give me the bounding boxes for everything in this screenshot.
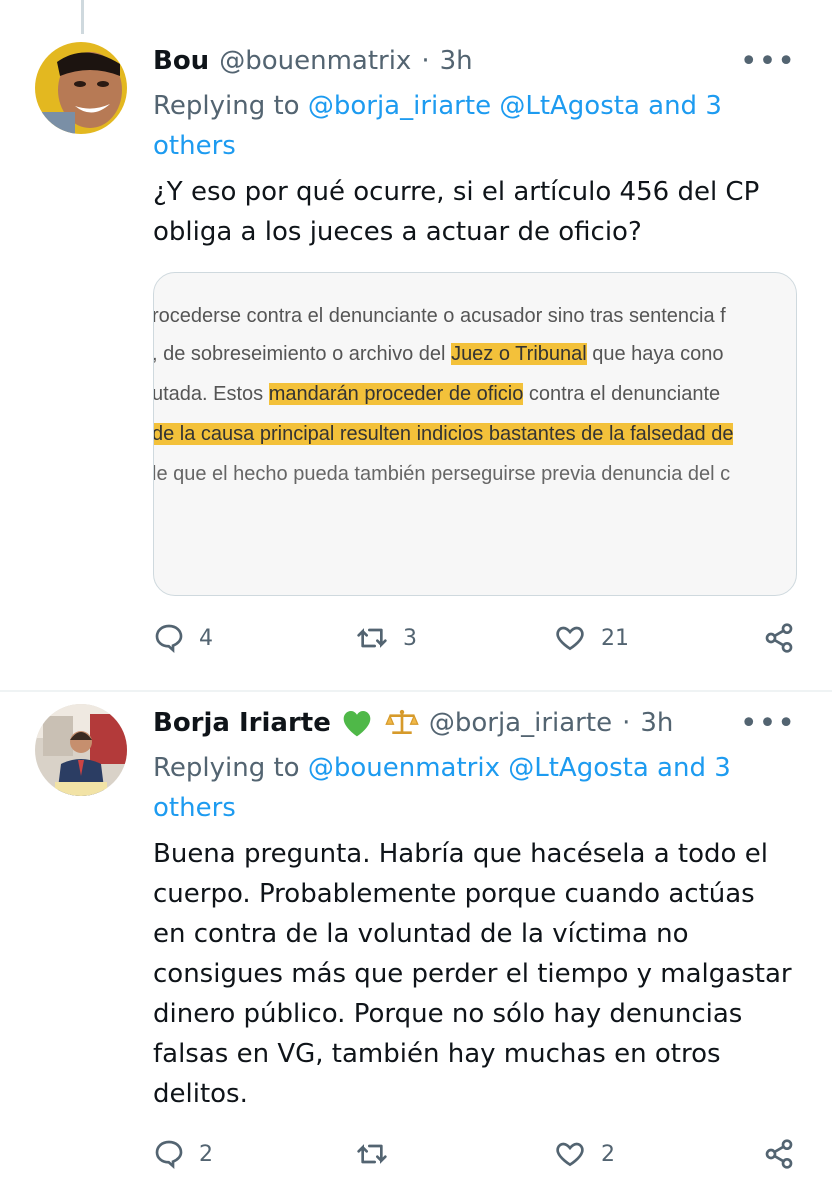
timestamp[interactable]: 3h: [440, 46, 473, 76]
reply-button[interactable]: 4: [153, 622, 213, 654]
attached-image-card[interactable]: rocederse contra el denunciante o acusad…: [153, 272, 797, 596]
reply-count: 4: [199, 625, 213, 651]
tweet-text-line: en contra de la voluntad de la víctima n…: [153, 919, 689, 949]
tweet-text-line: cuerpo. Probablemente porque cuando actú…: [153, 879, 755, 909]
share-button[interactable]: [763, 1138, 795, 1170]
tweet-text-line: ¿Y eso por qué ocurre, si el artículo 45…: [153, 177, 760, 207]
reply-count: 2: [199, 1141, 213, 1167]
display-name[interactable]: Borja Iriarte: [153, 708, 331, 738]
tweet-header: Borja Iriarte @borja_iriarte · 3h: [153, 708, 673, 738]
card-text-line: , de sobreseimiento o archivo del Juez o…: [153, 343, 724, 365]
replying-to: Replying to @borja_iriarte @LtAgosta and…: [153, 86, 773, 166]
retweet-button[interactable]: 3: [355, 622, 417, 654]
tweet-borja-iriarte[interactable]: Borja Iriarte @borja_iriarte · 3h ••• Re…: [0, 692, 832, 1200]
card-text-line: de la causa principal resulten indicios …: [153, 423, 734, 446]
retweet-count: 3: [403, 625, 417, 651]
scales-icon: [385, 708, 419, 738]
tweet-actions: 4 3 21: [153, 622, 803, 662]
card-text-line: utada. Estos mandarán proceder de oficio…: [153, 383, 721, 405]
replying-to-label: Replying to: [153, 753, 300, 783]
highlighted-text: mandarán proceder de oficio: [268, 383, 524, 405]
tweet-text-line: dinero público. Porque no sólo hay denun…: [153, 999, 743, 1029]
user-handle[interactable]: @borja_iriarte: [429, 708, 612, 738]
tweet-text: ¿Y eso por qué ocurre, si el artículo 45…: [153, 172, 803, 252]
reply-icon: [155, 1140, 183, 1169]
like-icon: [556, 626, 584, 651]
retweet-icon: [357, 628, 387, 648]
reply-icon: [155, 624, 183, 653]
tweet-header: Bou @bouenmatrix · 3h: [153, 46, 473, 76]
tweet-text-line: consigues más que perder el tiempo y mal…: [153, 959, 792, 989]
share-icon: [765, 1139, 793, 1169]
highlighted-text: de la causa principal resulten indicios …: [153, 423, 734, 445]
like-count: 2: [601, 1141, 615, 1167]
reply-mentions-others[interactable]: others: [153, 793, 236, 823]
tweet-text-line: delitos.: [153, 1079, 248, 1109]
card-text-line: rocederse contra el denunciante o acusad…: [153, 305, 726, 327]
tweet-text-line: falsas en VG, también hay muchas en otro…: [153, 1039, 721, 1069]
reply-button[interactable]: 2: [153, 1138, 213, 1170]
more-options-icon[interactable]: •••: [740, 47, 796, 77]
tweet-text-line: Buena pregunta. Habría que hacésela a to…: [153, 839, 768, 869]
tweet-bou[interactable]: Bou @bouenmatrix · 3h ••• Replying to @b…: [0, 0, 832, 690]
like-button[interactable]: 21: [553, 622, 629, 654]
dot-separator: ·: [421, 46, 430, 76]
green-heart-icon: [341, 708, 373, 738]
tweet-text: Buena pregunta. Habría que hacésela a to…: [153, 834, 803, 1114]
tweet-text-line: obliga a los jueces a actuar de oficio?: [153, 217, 642, 247]
like-icon: [556, 1142, 584, 1167]
user-handle[interactable]: @bouenmatrix: [219, 46, 411, 76]
share-button[interactable]: [763, 622, 795, 654]
display-name[interactable]: Bou: [153, 46, 209, 76]
timestamp[interactable]: 3h: [640, 708, 673, 738]
retweet-icon: [357, 1144, 387, 1164]
retweet-button[interactable]: [355, 1138, 403, 1170]
like-button[interactable]: 2: [553, 1138, 615, 1170]
avatar[interactable]: [35, 704, 127, 796]
dot-separator: ·: [622, 708, 631, 738]
like-count: 21: [601, 625, 629, 651]
card-text-line: le que el hecho pueda también perseguirs…: [153, 463, 731, 485]
reply-mentions[interactable]: @borja_iriarte @LtAgosta and 3: [308, 91, 722, 121]
share-icon: [765, 623, 793, 653]
avatar[interactable]: [35, 42, 127, 134]
replying-to-label: Replying to: [153, 91, 300, 121]
replying-to: Replying to @bouenmatrix @LtAgosta and 3…: [153, 748, 773, 828]
reply-mentions[interactable]: @bouenmatrix @LtAgosta and 3: [308, 753, 731, 783]
reply-mentions-others[interactable]: others: [153, 131, 236, 161]
highlighted-text: Juez o Tribunal: [451, 343, 587, 365]
tweet-actions: 2 2: [153, 1138, 803, 1178]
more-options-icon[interactable]: •••: [740, 709, 796, 739]
